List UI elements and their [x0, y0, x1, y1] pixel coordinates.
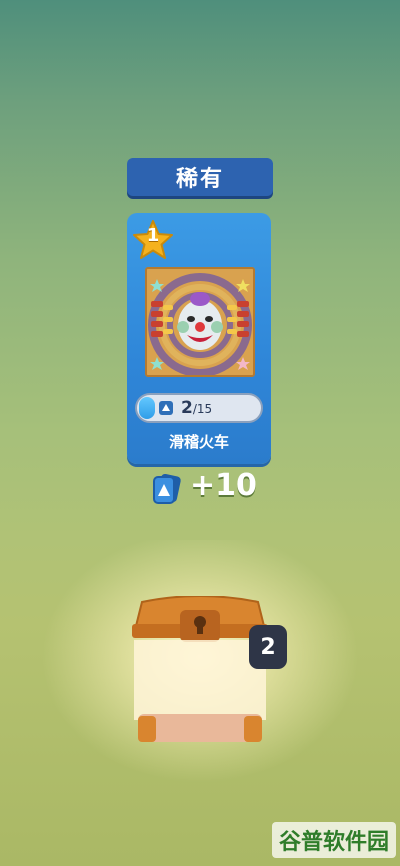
chest-count-badge: 2 [249, 625, 287, 669]
character-card[interactable]: 1 2/15 滑稽火车 [127, 213, 271, 464]
rarity-banner: 稀有 [127, 158, 273, 196]
progress-total: /15 [192, 402, 213, 416]
clown-portrait [145, 267, 255, 377]
card-progress-bar: 2/15 [135, 393, 263, 423]
card-level: 1 [146, 225, 160, 246]
site-watermark: 谷普软件园 [272, 822, 396, 858]
card-progress-text: 2/15 [181, 398, 212, 418]
card-icon [159, 401, 173, 415]
reward-row: +10 [150, 468, 270, 508]
card-stack-icon [153, 473, 181, 504]
rarity-label: 稀有 [175, 167, 224, 192]
card-name: 滑稽火车 [168, 433, 229, 451]
reward-amount: +10 [190, 468, 257, 503]
treasure-chest[interactable] [128, 595, 272, 748]
card-progress-fill [139, 397, 155, 419]
progress-current: 2 [181, 398, 193, 418]
